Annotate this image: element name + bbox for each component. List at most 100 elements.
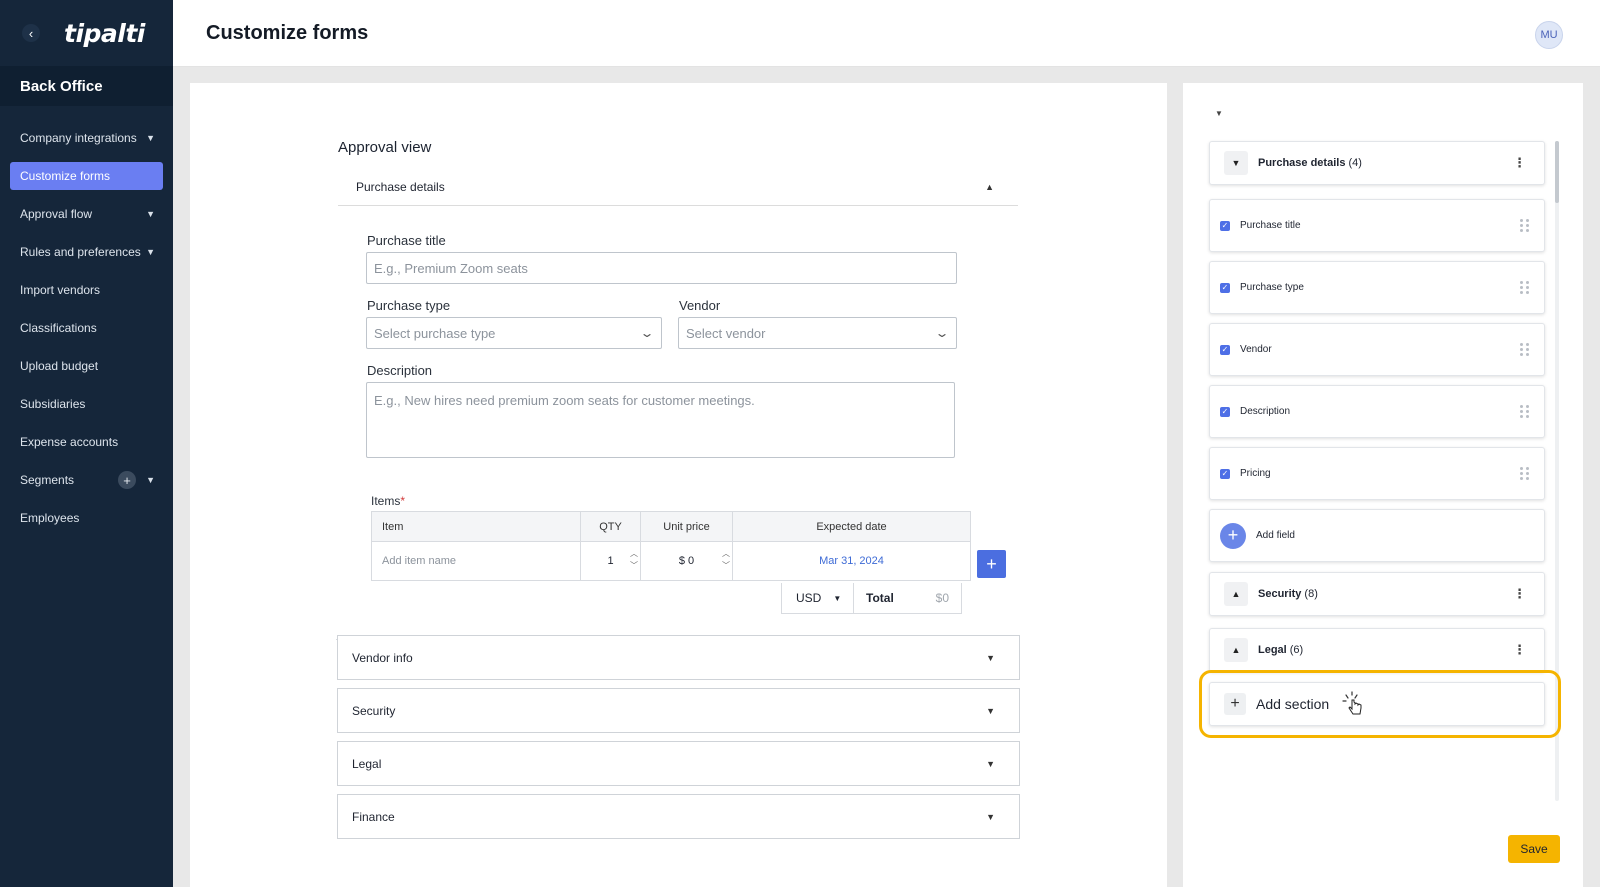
field-card-purchase-title[interactable]: ✓ Purchase title [1209,199,1545,252]
item-name-placeholder: Add item name [382,555,456,567]
total-label: Total [866,591,894,605]
sidebar-item-company-integrations[interactable]: Company integrations ▼ [0,119,173,157]
collapse-toggle-icon[interactable]: ▼ [1224,151,1248,175]
sidebar-item-approval-flow[interactable]: Approval flow ▼ [0,195,173,233]
add-item-button[interactable]: + [977,550,1006,578]
page-title: Customize forms [206,21,369,44]
kebab-menu-icon[interactable]: ⋮ [1513,642,1526,658]
purchase-details-header[interactable]: Purchase details ▲ [338,169,1018,206]
section-count: (8) [1304,588,1318,600]
checkbox-checked[interactable]: ✓ [1220,220,1230,231]
field-card-description[interactable]: ✓ Description [1209,385,1545,438]
add-segment-plus-icon[interactable]: + [118,471,137,489]
currency-total-row: USD ▼ Total $0 [781,583,962,614]
caret-down-icon[interactable]: ▼ [986,812,995,822]
sidebar-item-label: Rules and preferences [20,245,141,259]
expand-toggle-icon[interactable]: ▲ [1224,638,1248,662]
field-card-vendor[interactable]: ✓ Vendor [1209,323,1545,376]
section-card-security[interactable]: ▲ Security (8) ⋮ [1209,572,1545,616]
user-avatar[interactable]: MU [1535,21,1563,49]
drag-handle-icon[interactable] [1520,404,1530,419]
form-config-panel: ▼ ▼ Purchase details (4) ⋮ ✓ Purchase ti… [1183,83,1583,887]
field-name: Vendor [1240,344,1272,355]
sidebar-item-upload-budget[interactable]: Upload budget [0,347,173,385]
expected-date-value: Mar 31, 2024 [819,555,884,567]
sidebar-item-expense-accounts[interactable]: Expense accounts [0,423,173,461]
drag-handle-icon[interactable] [1520,218,1530,233]
drag-handle-icon[interactable] [1520,342,1530,357]
drag-handle-icon[interactable] [1520,466,1530,481]
section-legal[interactable]: Legal ▼ [337,741,1020,786]
sidebar-item-label: Employees [20,511,80,525]
add-section-label: Add section [1256,696,1330,712]
scrollbar-thumb[interactable] [1555,141,1559,203]
back-chevron-icon[interactable]: ‹ [22,24,40,42]
sidebar-nav: Company integrations ▼ Customize forms A… [0,106,173,537]
add-section-button[interactable]: + Add section [1209,682,1545,726]
caret-down-icon[interactable]: ▼ [1215,109,1223,118]
stepper-arrows-icon[interactable]: ︿ ﹀ [630,548,638,572]
caret-down-icon[interactable]: ▼ [986,706,995,716]
purchase-type-select[interactable]: Select purchase type ⌄ [366,317,662,349]
checkbox-checked[interactable]: ✓ [1220,344,1230,355]
kebab-menu-icon[interactable]: ⋮ [1513,155,1526,171]
description-textarea[interactable]: E.g., New hires need premium zoom seats … [366,382,955,458]
back-office-title: Back Office [0,66,173,106]
checkbox-checked[interactable]: ✓ [1220,406,1230,417]
expand-toggle-icon[interactable]: ▲ [1224,582,1248,606]
caret-down-icon: ▼ [146,247,155,257]
section-name: Legal [1258,644,1287,656]
currency-select[interactable]: USD ▼ [782,583,854,613]
unit-price-value: $ 0 [678,555,695,567]
caret-down-icon: ▼ [146,209,155,219]
unit-price-stepper[interactable]: $ 0 ︿ ﹀ [641,542,733,580]
sidebar-item-label: Classifications [20,321,97,335]
description-placeholder: E.g., New hires need premium zoom seats … [374,393,755,408]
table-row: Add item name 1 ︿ ﹀ $ 0 ︿ ﹀ Mar 31, 2024 [372,542,970,580]
sidebar-item-customize-forms[interactable]: Customize forms [10,162,163,190]
sidebar-item-employees[interactable]: Employees [0,499,173,537]
logo-row: ‹ tipalti [0,0,173,66]
column-header-qty: QTY [581,512,641,541]
tipalti-logo: tipalti [64,19,145,48]
caret-down-icon[interactable]: ▼ [986,653,995,663]
chevron-down-icon: ⌄ [639,326,655,340]
caret-down-icon[interactable]: ▼ [986,759,995,769]
item-name-input[interactable]: Add item name [372,542,581,580]
checkbox-checked[interactable]: ✓ [1220,282,1230,293]
purchase-type-placeholder: Select purchase type [374,325,496,341]
sidebar-item-rules-and-preferences[interactable]: Rules and preferences ▼ [0,233,173,271]
section-title: Security [352,703,396,718]
section-vendor-info[interactable]: Vendor info ▼ [337,635,1020,680]
vendor-select[interactable]: Select vendor ⌄ [678,317,957,349]
checkbox-checked[interactable]: ✓ [1220,468,1230,479]
purchase-title-input[interactable]: E.g., Premium Zoom seats [366,252,957,284]
save-button[interactable]: Save [1508,835,1560,863]
sidebar-item-classifications[interactable]: Classifications [0,309,173,347]
section-title: Vendor info [352,650,413,665]
sidebar-item-segments[interactable]: Segments + ▼ [0,461,173,499]
caret-up-icon[interactable]: ▲ [985,182,994,192]
plus-icon: + [1224,693,1246,715]
section-card-purchase-details[interactable]: ▼ Purchase details (4) ⋮ [1209,141,1545,185]
section-security[interactable]: Security ▼ [337,688,1020,733]
section-name: Purchase details [1258,157,1346,169]
expected-date-picker[interactable]: Mar 31, 2024 [733,542,970,580]
section-finance[interactable]: Finance ▼ [337,794,1020,839]
stepper-arrows-icon[interactable]: ︿ ﹀ [722,548,730,572]
sidebar-item-label: Approval flow [20,207,93,221]
sidebar-item-label: Segments [20,473,75,487]
field-card-purchase-type[interactable]: ✓ Purchase type [1209,261,1545,314]
kebab-menu-icon[interactable]: ⋮ [1513,586,1526,602]
section-count: (4) [1348,157,1362,169]
sidebar-item-subsidiaries[interactable]: Subsidiaries [0,385,173,423]
caret-down-icon: ▼ [146,475,155,485]
logo-text: tipalti [64,18,145,48]
sidebar-item-import-vendors[interactable]: Import vendors [0,271,173,309]
section-card-legal[interactable]: ▲ Legal (6) ⋮ [1209,628,1545,672]
field-card-pricing[interactable]: ✓ Pricing [1209,447,1545,500]
add-field-button[interactable]: + Add field [1209,509,1545,562]
qty-stepper[interactable]: 1 ︿ ﹀ [581,542,641,580]
drag-handle-icon[interactable] [1520,280,1530,295]
approval-view-title: Approval view [338,139,432,156]
